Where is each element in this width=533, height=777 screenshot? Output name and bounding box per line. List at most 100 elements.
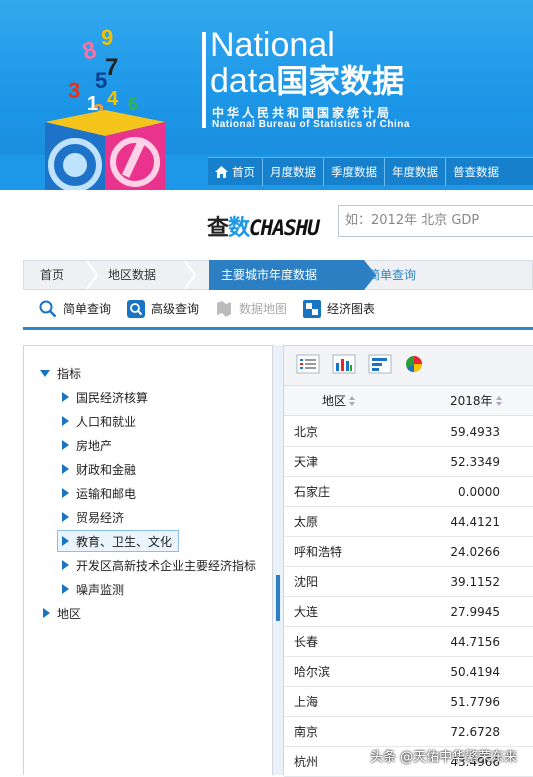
site-title-data: data [210,62,277,100]
scrollbar-thumb[interactable] [276,575,280,621]
tree-node-real-estate[interactable]: 房地产 [62,435,112,455]
table-row[interactable]: 天津 52.3349 [284,447,533,477]
crumb-simple-query[interactable]: 简单查询 [368,261,416,289]
tool-data-map[interactable]: 数据地图 [215,300,287,318]
collapsed-icon [43,608,50,618]
table-view-toolbar [284,346,533,386]
bar-chart-icon[interactable] [332,354,356,377]
crumb-separator-icon [184,261,196,289]
expanded-icon [40,369,50,377]
collapsed-icon [62,416,69,426]
table-row[interactable]: 南京 72.6728 [284,717,533,747]
table-cell-region: 上海 [294,695,319,709]
nav-annual[interactable]: 年度数据 [385,157,446,186]
search-input[interactable]: 如：2012年 北京 GDP [338,205,533,237]
crumb-home[interactable]: 首页 [40,261,64,289]
table-cell-region: 石家庄 [294,485,331,499]
table-row[interactable]: 太原 44.4121 [284,507,533,537]
table-cell-region: 沈阳 [294,575,319,589]
crumb-city-annual[interactable]: 主要城市年度数据 [221,261,317,289]
table-cell-value: 39.1152 [450,575,500,589]
tree-node-label: 指标 [57,366,82,381]
tool-data-map-label: 数据地图 [239,302,288,316]
tree-node-noise[interactable]: 噪声监测 [62,579,124,599]
tree-node-label: 噪声监测 [76,582,125,597]
collapsed-icon [62,560,69,570]
tree-node-dev-zone[interactable]: 开发区高新技术企业主要经济指标 [62,555,256,575]
table-row[interactable]: 石家庄 0.0000 [284,477,533,507]
table-cell-region: 北京 [294,425,319,439]
table-cell-value: 24.0266 [450,545,500,559]
nav-monthly[interactable]: 月度数据 [263,157,324,186]
site-title-cn: 国家数据 [276,62,405,100]
logo-digit-5: 5 [95,68,107,93]
tree-node-population[interactable]: 人口和就业 [62,411,136,431]
table-cell-region: 太原 [294,515,319,529]
tree-node-transport[interactable]: 运输和邮电 [62,483,136,503]
site-title-line2: data国家数据 [210,62,404,100]
tool-simple-query[interactable]: 简单查询 [39,300,111,318]
table-row[interactable]: 长春 44.7156 [284,627,533,657]
logo-digit-6: 6 [128,94,138,114]
horizontal-bar-icon[interactable] [368,354,392,377]
crumb-separator-icon [86,261,98,289]
tree-node-indicators[interactable]: 指标 [40,363,81,383]
sort-icon[interactable] [495,396,502,406]
collapsed-icon [62,584,69,594]
tree-node-education-health-culture[interactable]: 教育、卫生、文化 [57,530,180,552]
tree-node-label: 国民经济核算 [76,390,149,405]
brand-en: CHASHU [249,216,320,240]
table-cell-value: 0.0000 [458,485,500,499]
nav-quarterly[interactable]: 季度数据 [324,157,385,186]
table-row[interactable]: 哈尔滨 50.4194 [284,657,533,687]
table-row[interactable]: 上海 51.7796 [284,687,533,717]
table-header: 地区 2018年 [284,386,533,416]
home-icon [215,165,228,178]
table-view-icon[interactable] [296,354,320,377]
tree-node-label: 财政和金融 [76,462,137,477]
tool-advanced-query[interactable]: 高级查询 [127,299,199,318]
table-cell-region: 大连 [294,605,319,619]
collapsed-icon [62,488,69,498]
table-row[interactable]: 大连 27.9945 [284,597,533,627]
logo-cube-icon: 8 9 7 5 3 4 1 2 6 [45,25,165,190]
indicator-tree: 指标 国民经济核算 人口和就业 房地产 财政和金融 运输和邮电 贸易经济 教育、… [23,345,273,775]
table-cell-value: 44.4121 [450,515,500,529]
table-cell-region: 杭州 [294,755,319,769]
watermark: 头条 @天佑中华繁荣东来 [370,750,518,765]
collapsed-icon [62,464,69,474]
breadcrumb: 首页 地区数据 主要城市年度数据 简单查询 [23,260,533,290]
tool-economic-chart[interactable]: 经济图表 [303,299,376,318]
tree-node-label: 运输和邮电 [76,486,137,501]
nav-census[interactable]: 普查数据 [446,158,506,186]
table-cell-value: 51.7796 [450,695,500,709]
tree-node-national-accounts[interactable]: 国民经济核算 [62,387,148,407]
tree-node-trade[interactable]: 贸易经济 [62,507,124,527]
logo-digit-3: 3 [68,78,80,103]
crumb-region-data[interactable]: 地区数据 [108,261,156,289]
site-logo[interactable]: 8 9 7 5 3 4 1 2 6 [35,10,205,190]
table-cell-value: 50.4194 [450,665,500,679]
col-header-year[interactable]: 2018年 [450,386,502,416]
brand-cn-1: 查 [207,216,229,241]
nav-home[interactable]: 首页 [208,157,263,186]
table-cell-value: 59.4933 [450,425,500,439]
table-row[interactable]: 呼和浩特 24.0266 [284,537,533,567]
tree-node-finance[interactable]: 财政和金融 [62,459,136,479]
logo-digit-8: 8 [80,36,100,66]
sort-icon[interactable] [349,396,356,406]
chart-icon [303,299,322,318]
nav-home-label: 首页 [232,164,255,179]
tool-economic-chart-label: 经济图表 [327,302,376,316]
pie-chart-icon[interactable] [404,354,424,377]
search-row: 查数CHASHU 如：2012年 北京 GDP [0,190,533,256]
site-title-en: National [210,26,335,64]
tree-node-label: 人口和就业 [76,414,137,429]
tree-node-region[interactable]: 地区 [43,603,81,623]
col-header-region[interactable]: 地区 [322,386,356,416]
table-cell-value: 52.3349 [450,455,500,469]
table-row[interactable]: 沈阳 39.1152 [284,567,533,597]
main-nav: 首页 月度数据 季度数据 年度数据 普查数据 [208,157,533,186]
title-divider [202,32,206,128]
table-row[interactable]: 北京 59.4933 [284,417,533,447]
